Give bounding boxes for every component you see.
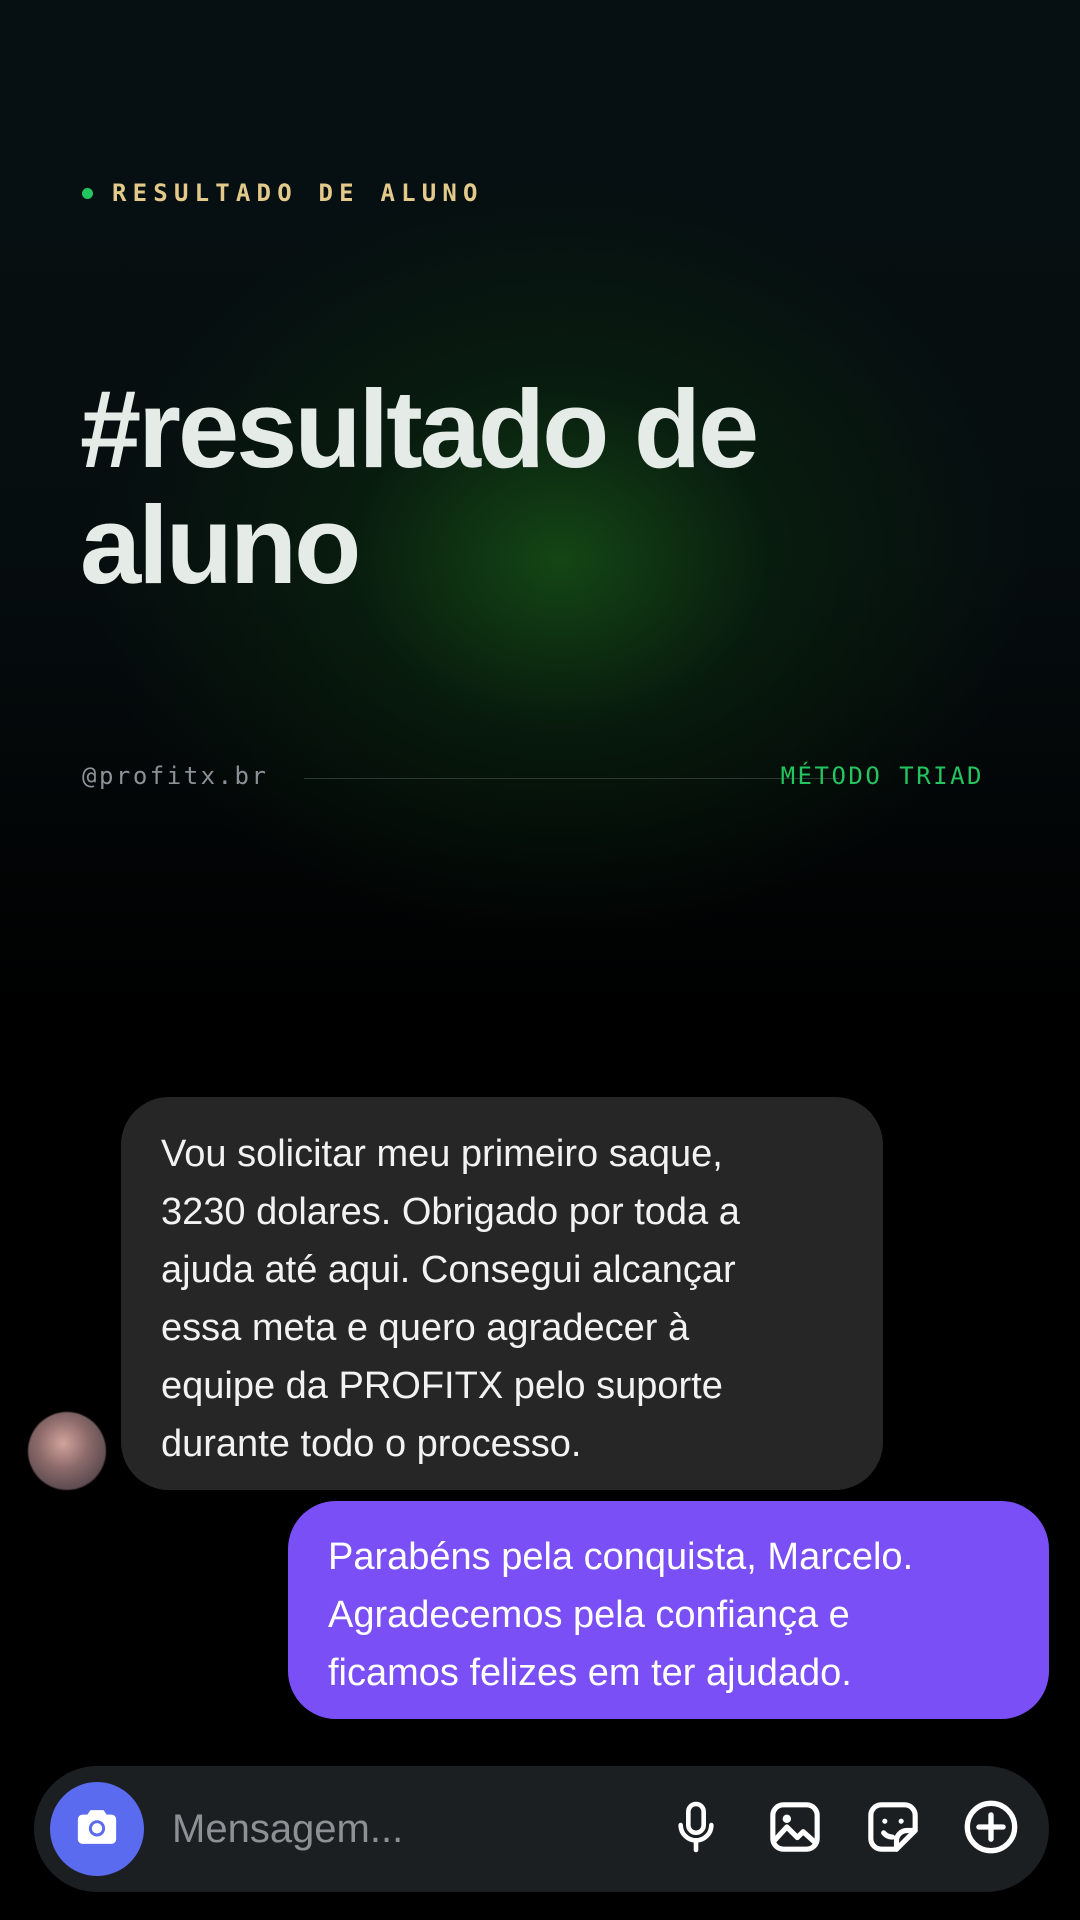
sticker-icon <box>865 1799 921 1860</box>
eyebrow: RESULTADO DE ALUNO <box>82 178 484 208</box>
microphone-icon <box>673 1800 719 1859</box>
profile-handle: @profitx.br <box>82 762 269 790</box>
sent-message-bubble[interactable]: Parabéns pela conquista, Marcelo. Agrade… <box>288 1501 1049 1719</box>
message-line: essa meta e quero agradecer à <box>161 1307 690 1349</box>
method-label: MÉTODO TRIAD <box>780 762 984 790</box>
message-input[interactable] <box>172 1804 632 1854</box>
hero-section: RESULTADO DE ALUNO #resultado de aluno @… <box>0 0 1080 1010</box>
story-screen: RESULTADO DE ALUNO #resultado de aluno @… <box>0 0 1080 1920</box>
message-line: 3230 dolares. Obrigado por toda a <box>161 1191 740 1233</box>
add-button[interactable] <box>961 1799 1021 1859</box>
message-line: Vou solicitar meu primeiro saque, <box>161 1133 723 1175</box>
divider <box>304 778 839 779</box>
page-title: #resultado de aluno <box>80 372 1020 604</box>
microphone-button[interactable] <box>666 1799 726 1859</box>
meta-row: @profitx.br MÉTODO TRIAD <box>82 760 982 796</box>
headline-line-1: #resultado de <box>80 368 759 491</box>
message-line: durante todo o processo. <box>161 1423 582 1465</box>
status-dot <box>82 187 93 199</box>
headline-line-2: aluno <box>80 484 361 607</box>
received-message-bubble[interactable]: Vou solicitar meu primeiro saque, 3230 d… <box>121 1097 883 1490</box>
message-composer <box>34 1766 1049 1892</box>
eyebrow-label: RESULTADO DE ALUNO <box>112 179 484 207</box>
message-line: Agradecemos pela confiança e <box>328 1594 850 1636</box>
avatar[interactable] <box>28 1412 106 1490</box>
message-line: equipe da PROFITX pelo suporte <box>161 1365 723 1407</box>
sticker-button[interactable] <box>863 1799 923 1859</box>
message-line: Parabéns pela conquista, Marcelo. <box>328 1536 914 1578</box>
message-line: ajuda até aqui. Consegui alcançar <box>161 1249 736 1291</box>
message-line: ficamos felizes em ter ajudado. <box>328 1652 852 1694</box>
gallery-icon <box>767 1799 823 1860</box>
camera-icon <box>70 1800 124 1859</box>
plus-circle-icon <box>962 1798 1020 1861</box>
camera-button[interactable] <box>50 1782 144 1876</box>
gallery-button[interactable] <box>765 1799 825 1859</box>
